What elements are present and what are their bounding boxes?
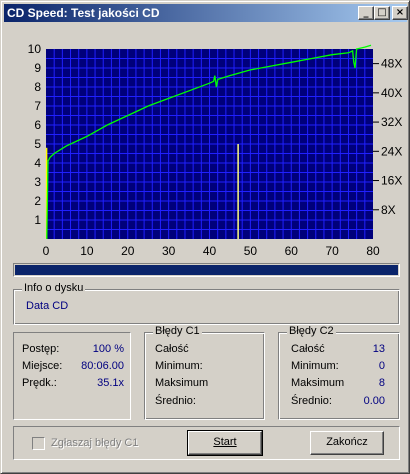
c2-avg-label: Średnio:: [291, 395, 332, 407]
y-left-tick-label: 10: [28, 42, 42, 56]
x-tick-label: 40: [203, 244, 217, 258]
y-right-tick-label: 48X: [381, 57, 402, 71]
close-button[interactable]: ×: [392, 6, 408, 20]
progress-bar: [13, 263, 400, 277]
close-app-button-label: Zakończ: [326, 436, 368, 448]
progress-bar-fill: [15, 265, 398, 275]
x-tick-label: 80: [366, 244, 380, 258]
y-left-tick-label: 9: [34, 61, 41, 75]
y-right-tick-label: 40X: [381, 86, 402, 100]
c2-errors-group: Błędy C2 Całość 13 Minimum: 0 Maksimum 8…: [278, 325, 400, 420]
report-c1-checkbox[interactable]: [32, 437, 45, 450]
title-bar[interactable]: CD Speed: Test jakości CD _ □ ×: [4, 4, 408, 22]
x-tick-label: 0: [43, 244, 50, 258]
app-window: CD Speed: Test jakości CD _ □ × 1 2 3 4 5 6 7 8…: [0, 0, 410, 474]
y-left-tick-label: 8: [34, 80, 41, 94]
progress-value: 100 %: [92, 343, 124, 355]
x-tick-label: 70: [325, 244, 339, 258]
c2-errors-title: Błędy C2: [287, 325, 336, 337]
report-c1-label: Zgłaszaj błędy C1: [51, 437, 139, 449]
disc-info-group: Info o dysku Data CD: [13, 282, 400, 325]
c2-max-label: Maksimum: [291, 377, 345, 389]
c2-total-value: 13: [372, 343, 385, 355]
y-right-tick-label: 16X: [381, 174, 402, 188]
y-left-tick-label: 5: [34, 137, 41, 151]
c1-max-label: Maksimum: [155, 377, 209, 389]
controls-box: Zgłaszaj błędy C1 Start Zakończ: [13, 426, 400, 460]
status-box: Postęp: 100 % Miejsce: 80:06.00 Prędk.: …: [13, 332, 131, 420]
x-tick-label: 50: [244, 244, 258, 258]
disc-type: Data CD: [26, 300, 69, 312]
maximize-button[interactable]: □: [374, 6, 390, 20]
c2-min-value: 0: [378, 360, 385, 372]
y-left-tick-label: 3: [34, 175, 41, 189]
speed-label: Prędk.:: [22, 377, 57, 389]
c1-min-label: Minimum:: [155, 360, 203, 372]
x-tick-label: 10: [80, 244, 94, 258]
c1-avg-label: Średnio:: [155, 395, 196, 407]
c1-total-label: Całość: [155, 343, 189, 355]
x-tick-label: 30: [162, 244, 176, 258]
speed-chart: 1 2 3 4 5 6 7 8 9 10 8X 16X 24X 32X 40X 48X 0 10 20 30 40 50 6…: [28, 42, 403, 258]
graph-panel: 1 2 3 4 5 6 7 8 9 10 8X 16X 24X 32X 40X 48X 0 10 20 30 40 50 6…: [9, 29, 403, 261]
position-label: Miejsce:: [22, 360, 63, 372]
progress-label: Postęp:: [22, 343, 60, 355]
window-title: CD Speed: Test jakości CD: [7, 6, 160, 20]
c2-total-label: Całość: [291, 343, 325, 355]
c2-min-label: Minimum:: [291, 360, 339, 372]
y-right-tick-label: 24X: [381, 144, 402, 158]
c1-errors-group: Błędy C1 Całość Minimum: Maksimum Średni…: [144, 325, 265, 420]
y-left-tick-label: 1: [34, 213, 41, 227]
c2-avg-value: 0.00: [363, 395, 385, 407]
y-right-tick-label: 8X: [381, 203, 396, 217]
start-button-label: Start: [213, 436, 237, 448]
y-right-tick-label: 32X: [381, 115, 402, 129]
y-left-tick-label: 6: [34, 118, 41, 132]
y-left-tick-label: 7: [34, 99, 41, 113]
x-tick-label: 20: [121, 244, 135, 258]
c2-max-value: 8: [378, 377, 385, 389]
position-value: 80:06.00: [81, 360, 124, 372]
y-left-tick-label: 2: [34, 194, 41, 208]
start-button[interactable]: Start: [187, 430, 263, 456]
x-tick-label: 60: [285, 244, 299, 258]
y-left-tick-label: 4: [34, 156, 41, 170]
disc-info-title: Info o dysku: [22, 282, 86, 294]
speed-value: 35.1x: [97, 377, 124, 389]
close-app-button[interactable]: Zakończ: [310, 431, 384, 455]
minimize-button[interactable]: _: [358, 6, 374, 20]
c1-errors-title: Błędy C1: [153, 325, 202, 337]
